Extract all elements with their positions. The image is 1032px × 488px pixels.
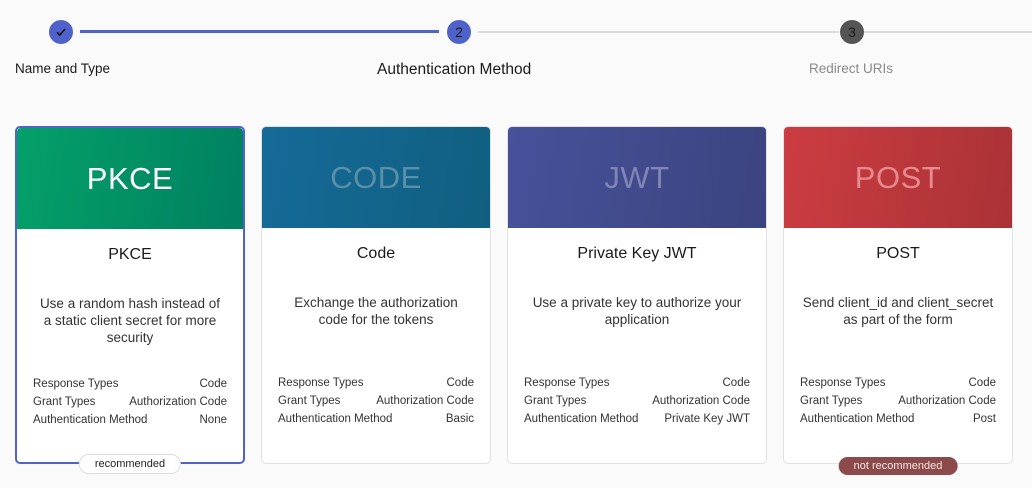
stepper: 2 3 Name and Type Authentication Method … [0, 0, 1032, 110]
property-row: Authentication Method None [33, 414, 227, 432]
property-label: Grant Types [278, 395, 341, 407]
card-description: Exchange the authorization code for the … [294, 295, 458, 327]
property-value: Post [972, 413, 996, 425]
property-label: Authentication Method [33, 414, 148, 426]
card-title: Private Key JWT [577, 245, 697, 262]
card-banner-text: JWT [604, 159, 670, 195]
property-value: Code [722, 377, 751, 389]
step-3-number: 3 [848, 24, 856, 40]
property-row: Authentication Method Post [800, 413, 996, 431]
property-row: Grant Types Authorization Code [800, 395, 996, 413]
step-3-indicator[interactable]: 3 [840, 20, 864, 44]
card-description: Use a random hash instead of a static cl… [39, 296, 221, 345]
property-row: Response Types Code [524, 377, 750, 395]
property-row: Response Types Code [800, 377, 996, 395]
auth-card-code[interactable]: CODE Code Exchange the authorization cod… [261, 126, 491, 464]
card-banner: PKCE [17, 128, 243, 229]
card-properties: Response Types Code Grant Types Authorizat… [800, 377, 996, 431]
card-banner: POST [784, 127, 1012, 228]
check-icon [56, 28, 66, 37]
property-label: Authentication Method [524, 413, 639, 425]
auth-card-jwt[interactable]: JWT Private Key JWT Use a private key to… [507, 126, 767, 464]
property-row: Response Types Code [278, 377, 474, 395]
card-title: PKCE [108, 246, 152, 263]
property-label: Grant Types [524, 395, 587, 407]
property-label: Response Types [33, 378, 119, 390]
card-description: Use a private key to authorize your appl… [532, 295, 742, 327]
card-banner: CODE [262, 127, 490, 228]
step-2-number: 2 [455, 24, 463, 40]
property-value: Authorization Code [898, 395, 996, 407]
property-value: Authorization Code [652, 395, 750, 407]
property-label: Grant Types [800, 395, 863, 407]
step-connector-pending [478, 31, 839, 33]
step-2-label[interactable]: Authentication Method [377, 61, 531, 79]
not-recommended-badge: not recommended [838, 457, 958, 475]
card-title: POST [876, 245, 920, 262]
card-properties: Response Types Code Grant Types Authorizat… [278, 377, 474, 431]
property-label: Response Types [524, 377, 610, 389]
property-value: Authorization Code [129, 396, 227, 408]
property-row: Response Types Code [33, 378, 227, 396]
property-row: Grant Types Authorization Code [278, 395, 474, 413]
property-label: Response Types [800, 377, 886, 389]
property-value: Code [968, 377, 997, 389]
auth-card-post[interactable]: POST POST Send client_id and client_secr… [783, 126, 1013, 475]
property-value: Basic [445, 413, 474, 425]
property-value: Code [199, 378, 228, 390]
property-value: Code [446, 377, 475, 389]
step-2-indicator[interactable]: 2 [447, 20, 471, 44]
step-1-indicator[interactable] [49, 20, 73, 44]
property-label: Authentication Method [278, 413, 393, 425]
card-properties: Response Types Code Grant Types Authorizat… [524, 377, 750, 431]
card-description: Send client_id and client_secret as part… [802, 295, 994, 327]
auth-card-pkce[interactable]: PKCE PKCE Use a random hash instead of a… [15, 126, 245, 474]
property-row: Authentication Method Basic [278, 413, 474, 431]
property-row: Grant Types Authorization Code [33, 396, 227, 414]
property-row: Authentication Method Private Key JWT [524, 413, 750, 431]
property-value: Authorization Code [376, 395, 474, 407]
step-3-label[interactable]: Redirect URIs [809, 61, 893, 76]
auth-method-cards: PKCE PKCE Use a random hash instead of a… [0, 126, 1032, 488]
card-banner: JWT [508, 127, 766, 228]
property-label: Authentication Method [800, 413, 915, 425]
card-title: Code [356, 245, 396, 262]
property-label: Response Types [278, 377, 364, 389]
property-row: Grant Types Authorization Code [524, 395, 750, 413]
property-value: Private Key JWT [664, 413, 750, 425]
card-properties: Response Types Code Grant Types Authorizat… [33, 378, 227, 432]
card-banner-text: POST [854, 159, 942, 195]
card-banner-text: CODE [330, 159, 422, 195]
property-label: Grant Types [33, 396, 96, 408]
step-connector-complete [80, 30, 439, 33]
card-banner-text: PKCE [86, 160, 174, 196]
property-value: None [199, 414, 228, 426]
step-connector-pending-tail [864, 31, 1032, 33]
recommended-badge: recommended [78, 454, 182, 474]
step-1-label[interactable]: Name and Type [15, 61, 110, 76]
